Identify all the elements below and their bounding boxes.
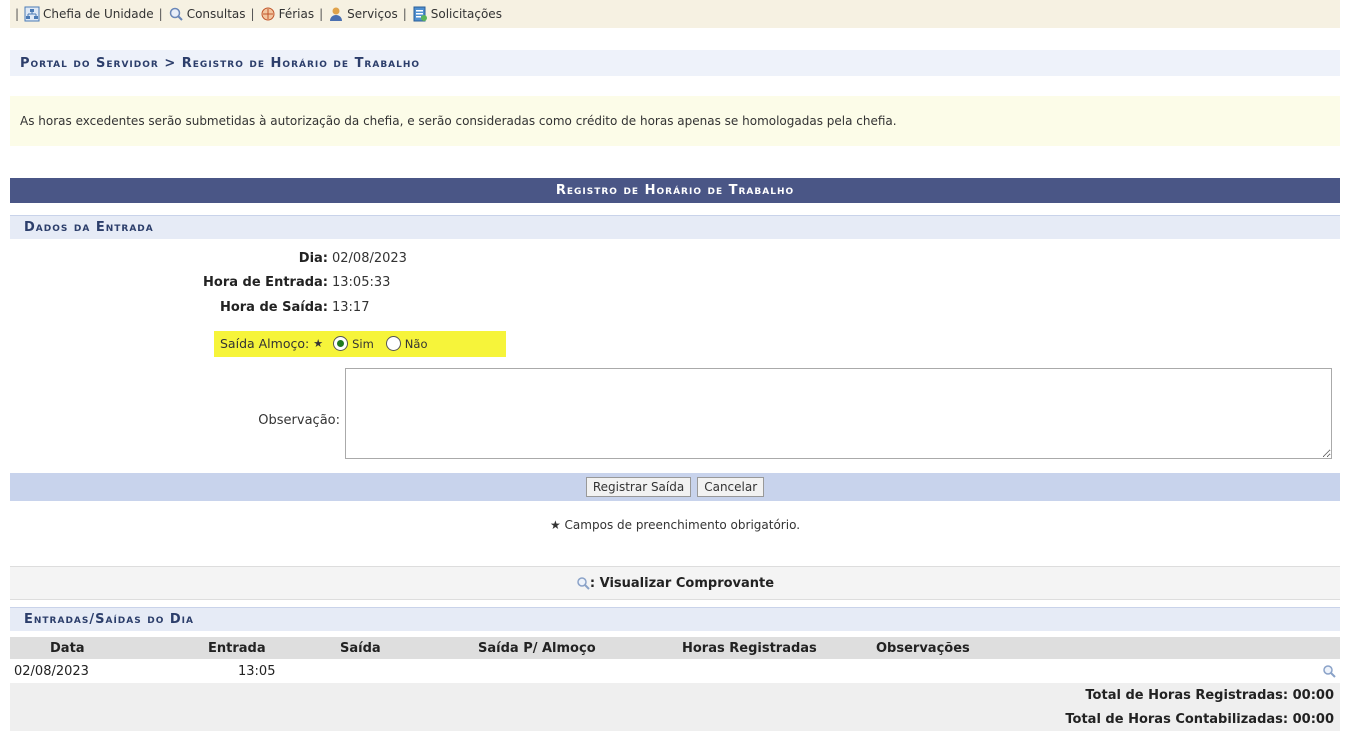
required-note: ★ Campos de preenchimento obrigatório. xyxy=(549,518,801,532)
radio-nao-label[interactable]: Não xyxy=(405,337,428,351)
dia-label: Dia: xyxy=(298,251,328,266)
document-icon xyxy=(412,6,428,22)
cancel-button[interactable]: Cancelar xyxy=(697,477,765,497)
cell-entrada: 13:05 xyxy=(238,663,276,679)
cell-almoco xyxy=(474,659,678,683)
notice-message: As horas excedentes serão submetidas à a… xyxy=(10,96,1340,146)
menu-item-consultas[interactable]: Consultas xyxy=(168,6,246,22)
dia-value: 02/08/2023 xyxy=(332,251,407,266)
entrada-label: Hora de Entrada: xyxy=(203,275,328,290)
menu-label: Chefia de Unidade xyxy=(43,7,154,21)
person-icon xyxy=(328,6,344,22)
cell-horas xyxy=(678,659,872,683)
org-chart-icon xyxy=(24,6,40,22)
entrada-value: 13:05:33 xyxy=(332,275,391,290)
col-obs: Observações xyxy=(876,640,970,656)
menu-item-chefia[interactable]: Chefia de Unidade xyxy=(24,6,154,22)
registrar-saida-button[interactable]: Registrar Saída xyxy=(585,477,692,497)
menu-separator: | xyxy=(250,7,255,21)
observacao-textarea[interactable] xyxy=(345,368,1332,459)
menu-label: Solicitações xyxy=(430,7,502,21)
form-title: Registro de Horário de Trabalho xyxy=(10,178,1340,203)
almoco-row: Saída Almoço: ★ Sim Não xyxy=(220,336,427,351)
menu-item-ferias[interactable]: Férias xyxy=(260,6,315,22)
entry-form: Dia: 02/08/2023 Hora de Entrada: 13:05:3… xyxy=(10,241,1340,473)
col-saida: Saída xyxy=(340,640,381,656)
total-contabilizadas: Total de Horas Contabilizadas: 00:00 xyxy=(10,707,1340,731)
totals-row: Total de Horas Contabilizadas: 00:00 xyxy=(10,707,1340,731)
observacao-label: Observação: xyxy=(258,413,340,428)
menu-label: Férias xyxy=(278,7,315,21)
section-title-log: Entradas/Saídas do Dia xyxy=(10,607,1340,631)
menu-label: Serviços xyxy=(347,7,398,21)
total-registradas: Total de Horas Registradas: 00:00 xyxy=(10,683,1340,707)
cell-data: 02/08/2023 xyxy=(14,663,89,679)
saida-label: Hora de Saída: xyxy=(219,300,328,315)
table-row: 02/08/2023 13:05 xyxy=(10,659,1340,683)
log-table: Data Entrada Saída Saída P/ Almoço Horas… xyxy=(10,637,1340,731)
legend-bar: : Visualizar Comprovante xyxy=(10,566,1340,600)
cell-obs xyxy=(872,659,1292,683)
table-header-row: Data Entrada Saída Saída P/ Almoço Horas… xyxy=(10,637,1340,659)
menu-separator: | xyxy=(319,7,324,21)
col-data: Data xyxy=(50,640,85,656)
totals-row: Total de Horas Registradas: 00:00 xyxy=(10,683,1340,707)
menu-separator: | xyxy=(158,7,163,21)
vacation-icon xyxy=(260,6,276,22)
top-menu: | Chefia de Unidade | Consultas | Férias… xyxy=(10,0,1340,28)
view-receipt-cell xyxy=(1292,659,1340,683)
menu-item-solicitacoes[interactable]: Solicitações xyxy=(412,6,502,22)
menu-separator: | xyxy=(402,7,407,21)
required-star: ★ xyxy=(313,337,324,350)
almoco-label: Saída Almoço: xyxy=(220,336,310,351)
radio-sim[interactable] xyxy=(333,336,349,351)
section-title-entrada: Dados da Entrada xyxy=(10,215,1340,239)
col-almoco: Saída P/ Almoço xyxy=(478,640,596,656)
radio-nao[interactable] xyxy=(385,336,401,351)
cell-saida xyxy=(336,659,474,683)
search-icon xyxy=(168,6,184,22)
menu-label: Consultas xyxy=(186,7,246,21)
button-bar: Registrar Saída Cancelar xyxy=(10,473,1340,501)
menu-separator: | xyxy=(15,7,20,21)
legend-text: : Visualizar Comprovante xyxy=(589,575,775,591)
saida-value: 13:17 xyxy=(332,300,370,315)
view-receipt-icon[interactable] xyxy=(1322,664,1336,678)
magnifier-icon xyxy=(576,576,590,590)
menu-item-servicos[interactable]: Serviços xyxy=(328,6,398,22)
breadcrumb: Portal do Servidor > Registro de Horário… xyxy=(10,50,1340,76)
radio-sim-label[interactable]: Sim xyxy=(352,337,374,351)
col-horas: Horas Registradas xyxy=(682,640,817,656)
col-entrada: Entrada xyxy=(208,640,266,656)
